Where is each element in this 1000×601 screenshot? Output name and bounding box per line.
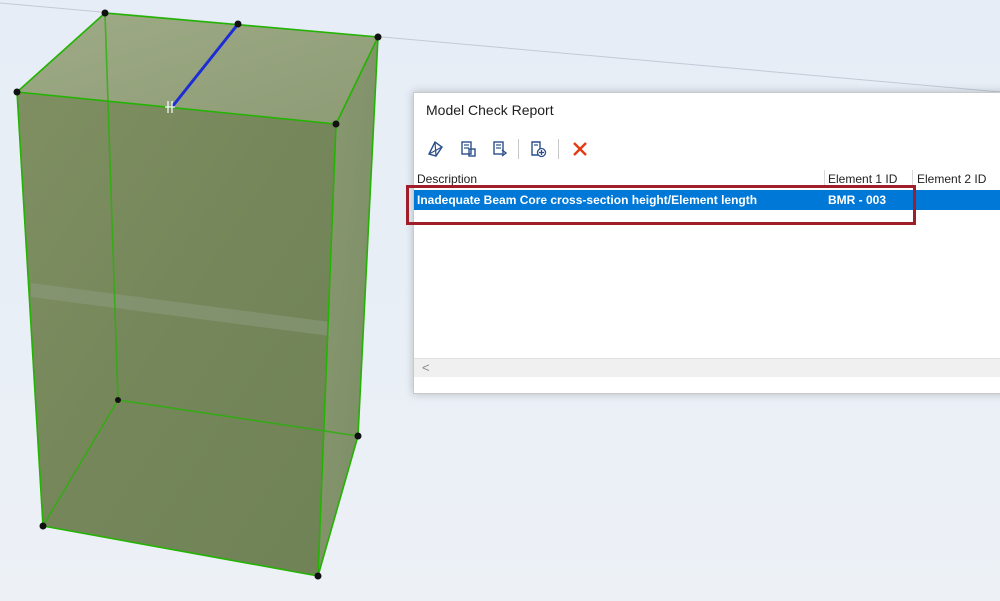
- column-front-face: [17, 92, 336, 576]
- row-element-1-id: BMR - 003: [828, 193, 887, 207]
- vertex-dot[interactable]: [115, 397, 121, 403]
- table-header: Description Element 1 ID Element 2 ID: [414, 170, 1000, 188]
- toolbar-divider: [558, 139, 559, 159]
- delete-icon: [573, 142, 587, 156]
- select-elements-icon: [427, 140, 443, 157]
- scroll-left-icon[interactable]: <: [422, 360, 430, 375]
- column-header-element-1-id[interactable]: Element 1 ID: [828, 172, 897, 186]
- column-divider[interactable]: [824, 170, 825, 188]
- vertex-dot[interactable]: [374, 33, 382, 41]
- show-element-icon: [493, 141, 508, 157]
- add-to-selection-button[interactable]: [526, 137, 550, 161]
- add-to-selection-icon: [531, 141, 547, 158]
- model-check-report-dialog: Model Check Report Description Element 1…: [413, 92, 1000, 394]
- vertex-dot[interactable]: [13, 88, 21, 96]
- row-description: Inadequate Beam Core cross-section heigh…: [417, 193, 758, 207]
- toolbar-divider: [518, 139, 519, 159]
- vertex-dot[interactable]: [101, 9, 109, 17]
- zoom-to-element-icon: [461, 141, 476, 157]
- vertex-dot[interactable]: [314, 572, 322, 580]
- delete-button[interactable]: [568, 137, 592, 161]
- vertex-dot[interactable]: [332, 120, 340, 128]
- vertex-dot[interactable]: [39, 522, 47, 530]
- column-header-description[interactable]: Description: [417, 172, 477, 186]
- horizontal-scrollbar[interactable]: <: [414, 358, 1000, 377]
- column-header-element-2-id[interactable]: Element 2 ID: [917, 172, 986, 186]
- table-row[interactable]: Inadequate Beam Core cross-section heigh…: [414, 190, 1000, 210]
- vertex-dot[interactable]: [234, 20, 242, 28]
- report-toolbar: [420, 137, 660, 161]
- column-element[interactable]: [13, 9, 382, 580]
- zoom-to-element-button[interactable]: [456, 137, 480, 161]
- vertex-dot[interactable]: [354, 432, 362, 440]
- column-divider[interactable]: [912, 170, 913, 188]
- dialog-title: Model Check Report: [426, 102, 554, 118]
- show-element-button[interactable]: [488, 137, 512, 161]
- select-elements-button[interactable]: [424, 137, 448, 161]
